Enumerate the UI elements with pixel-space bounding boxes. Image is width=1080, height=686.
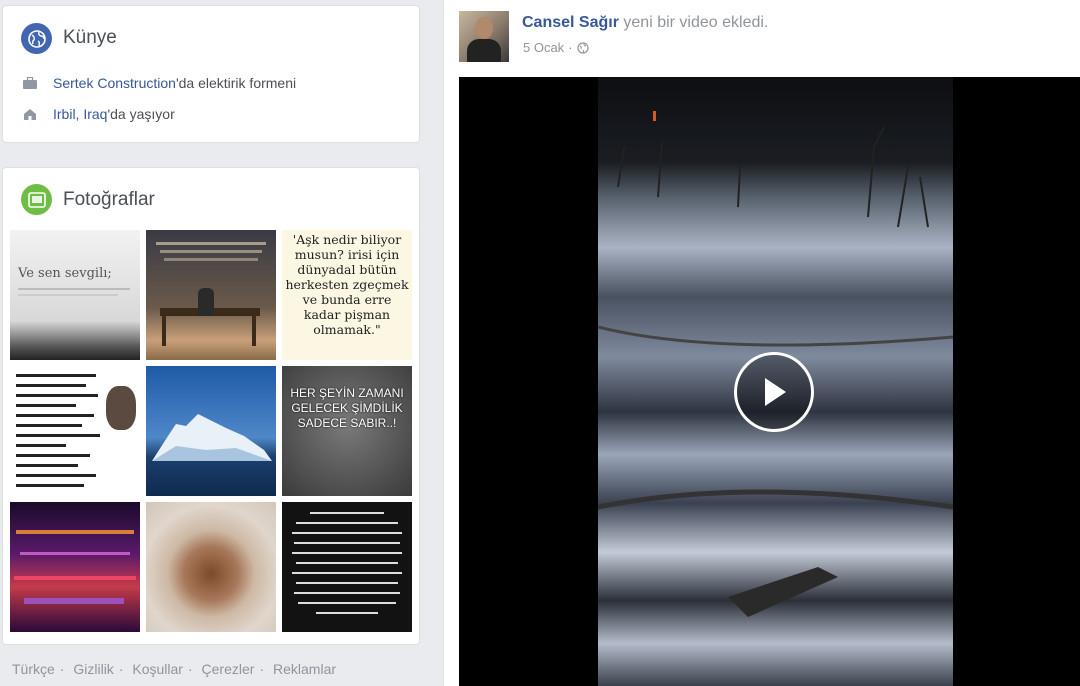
photo-tile-9[interactable]	[282, 502, 412, 632]
footer-links: Türkçe · Gizlilik · Koşullar · Çerezler · Re…	[12, 661, 337, 677]
photo-tile-3-caption: 'Aşk nedir biliyor musun? irisi için dün…	[285, 232, 409, 337]
work-suffix: 'da elektirik formeni	[175, 75, 297, 91]
photo-tile-4[interactable]	[10, 366, 140, 496]
home-icon	[24, 109, 36, 120]
post-author[interactable]: Cansel Sağır	[522, 14, 619, 31]
footer-link-terms[interactable]: Koşullar	[132, 661, 183, 677]
post-header: Cansel Sağır yeni bir video ekledi.	[522, 14, 768, 32]
photo-tile-6[interactable]: HER ŞEYİN ZAMANI GELECEK ŞİMDİLİK SADECE…	[282, 366, 412, 496]
avatar[interactable]	[459, 11, 509, 62]
play-icon	[765, 378, 786, 406]
lives-link[interactable]: Irbil, Iraq	[53, 106, 107, 122]
photos-card: Fotoğraflar Ve sen sevgilı; 'Aşk nedir b…	[3, 168, 419, 644]
photo-tile-5[interactable]	[146, 366, 276, 496]
footer-link-cookies[interactable]: Çerezler	[202, 661, 255, 677]
post-date[interactable]: 5 Ocak	[523, 40, 564, 55]
post-card: Cansel Sağır yeni bir video ekledi. 5 Oc…	[444, 0, 1080, 686]
play-button[interactable]	[734, 352, 814, 432]
post-action: yeni bir video ekledi.	[623, 14, 769, 31]
photos-icon	[21, 184, 52, 215]
footer-link-ads[interactable]: Reklamlar	[273, 661, 336, 677]
photo-tile-3[interactable]: 'Aşk nedir biliyor musun? irisi için dün…	[282, 230, 412, 360]
globe-icon[interactable]	[576, 41, 589, 54]
intro-title: Künye	[63, 27, 117, 48]
photo-tile-1[interactable]: Ve sen sevgilı;	[10, 230, 140, 360]
photo-tile-8[interactable]	[146, 502, 276, 632]
photos-title[interactable]: Fotoğraflar	[63, 189, 155, 211]
post-meta: 5 Ocak ·	[523, 40, 589, 55]
photo-tile-7[interactable]	[10, 502, 140, 632]
footer-link-privacy[interactable]: Gizlilik	[73, 661, 113, 677]
briefcase-icon	[23, 77, 37, 89]
work-info-row: Sertek Construction'da elektirik formeni	[23, 75, 296, 91]
lives-suffix: 'da yaşıyor	[107, 106, 175, 122]
footer-link-language[interactable]: Türkçe	[12, 661, 55, 677]
photo-tile-1-caption: Ve sen sevgilı;	[18, 266, 112, 281]
intro-globe-icon	[21, 23, 52, 54]
photo-tile-2[interactable]	[146, 230, 276, 360]
lives-info-row: Irbil, Iraq'da yaşıyor	[23, 106, 175, 122]
photo-tile-6-caption: HER ŞEYİN ZAMANI GELECEK ŞİMDİLİK SADECE…	[290, 386, 404, 430]
work-link[interactable]: Sertek Construction	[53, 75, 176, 91]
intro-card: Künye Sertek Construction'da elektirik f…	[3, 6, 419, 142]
video-player[interactable]	[459, 77, 1080, 686]
